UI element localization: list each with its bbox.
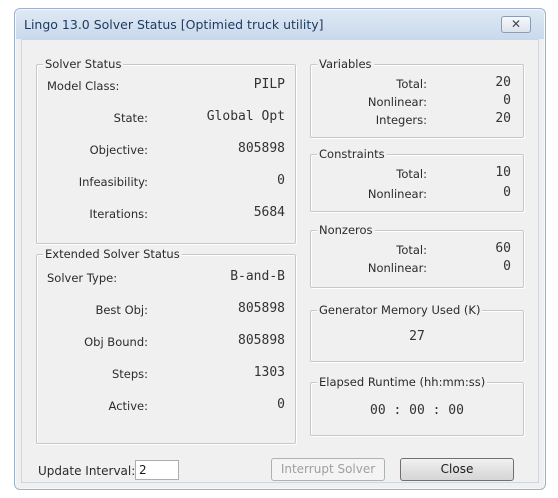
model-class-label: Model Class:	[47, 79, 120, 93]
nonzeros-nonlinear-value: 0	[503, 259, 511, 274]
variables-integers-value: 20	[495, 111, 511, 126]
steps-label: Steps:	[111, 367, 148, 381]
variables-integers-label: Integers:	[375, 113, 427, 127]
variables-nonlinear-label: Nonlinear:	[367, 95, 427, 109]
solver-status-group: Solver Status Model Class: PILP State: G…	[36, 57, 296, 244]
nonzeros-group: Nonzeros Total: 60 Nonlinear: 0	[310, 223, 524, 288]
state-label: State:	[113, 111, 148, 125]
solver-status-window: Lingo 13.0 Solver Status [Optimied truck…	[14, 8, 546, 490]
nonzeros-total-value: 60	[495, 241, 511, 256]
constraints-total-label: Total:	[396, 167, 427, 181]
interrupt-solver-button[interactable]: Interrupt Solver	[271, 458, 385, 481]
update-interval-input[interactable]: 2	[135, 460, 179, 480]
constraints-group: Constraints Total: 10 Nonlinear: 0	[310, 147, 524, 212]
best-obj-value: 805898	[238, 301, 285, 316]
constraints-nonlinear-label: Nonlinear:	[367, 187, 427, 201]
solver-status-title: Solver Status	[43, 57, 124, 71]
best-obj-label: Best Obj:	[95, 303, 148, 317]
constraints-title: Constraints	[317, 147, 387, 161]
extended-solver-status-group: Extended Solver Status Solver Type: B-an…	[36, 247, 296, 444]
variables-total-label: Total:	[396, 77, 427, 91]
variables-nonlinear-value: 0	[503, 93, 511, 108]
steps-value: 1303	[253, 365, 285, 380]
objective-value: 805898	[238, 141, 285, 156]
active-label: Active:	[108, 399, 148, 413]
iterations-value: 5684	[253, 205, 285, 220]
elapsed-runtime-value: 00 : 00 : 00	[370, 403, 464, 418]
close-button[interactable]: Close	[400, 458, 514, 481]
obj-bound-label: Obj Bound:	[84, 335, 148, 349]
constraints-total-value: 10	[495, 165, 511, 180]
generator-memory-title: Generator Memory Used (K)	[317, 303, 483, 317]
elapsed-runtime-title: Elapsed Runtime (hh:mm:ss)	[317, 375, 488, 389]
dialog-client-area: Solver Status Model Class: PILP State: G…	[21, 39, 539, 483]
state-value: Global Opt	[206, 109, 285, 124]
active-value: 0	[277, 397, 285, 412]
iterations-label: Iterations:	[89, 207, 148, 221]
close-icon: ✕	[510, 17, 522, 31]
elapsed-runtime-group: Elapsed Runtime (hh:mm:ss) 00 : 00 : 00	[310, 375, 524, 436]
obj-bound-value: 805898	[238, 333, 285, 348]
variables-title: Variables	[317, 57, 374, 71]
title-bar: Lingo 13.0 Solver Status [Optimied truck…	[15, 9, 545, 39]
infeasibility-label: Infeasibility:	[78, 175, 148, 189]
nonzeros-title: Nonzeros	[317, 223, 375, 237]
generator-memory-group: Generator Memory Used (K) 27	[310, 303, 524, 362]
window-close-button[interactable]: ✕	[501, 16, 531, 33]
extended-status-title: Extended Solver Status	[43, 247, 182, 261]
nonzeros-total-label: Total:	[396, 243, 427, 257]
constraints-nonlinear-value: 0	[503, 185, 511, 200]
model-class-value: PILP	[253, 77, 285, 92]
solver-type-value: B-and-B	[230, 269, 285, 284]
update-interval-label: Update Interval:	[38, 464, 136, 478]
solver-type-label: Solver Type:	[47, 271, 118, 285]
variables-total-value: 20	[495, 75, 511, 90]
variables-group: Variables Total: 20 Nonlinear: 0 Integer…	[310, 57, 524, 138]
objective-label: Objective:	[89, 143, 148, 157]
generator-memory-value: 27	[409, 329, 425, 344]
infeasibility-value: 0	[277, 173, 285, 188]
nonzeros-nonlinear-label: Nonlinear:	[367, 261, 427, 275]
window-title: Lingo 13.0 Solver Status [Optimied truck…	[24, 17, 324, 32]
